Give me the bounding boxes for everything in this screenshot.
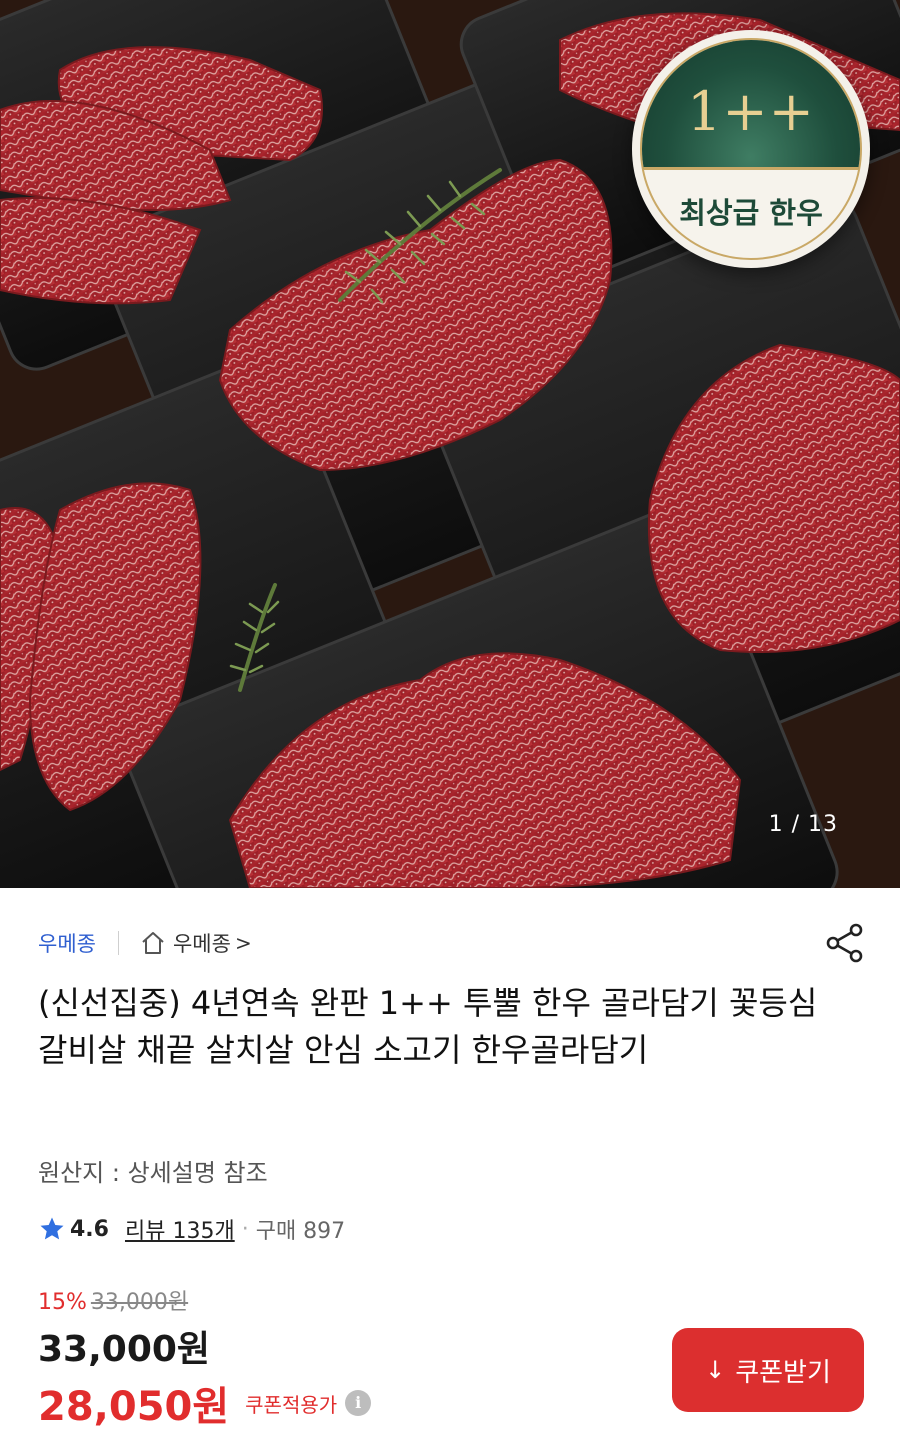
review-count-link[interactable]: 리뷰 135개 xyxy=(125,1213,235,1245)
chevron-right-icon: > xyxy=(234,931,252,955)
coupon-download-button[interactable]: ↓ 쿠폰받기 xyxy=(672,1328,864,1412)
purchase-count: 구매 897 xyxy=(255,1219,346,1244)
grade-badge: 1++ 최상급 한우 xyxy=(632,30,870,268)
original-price: 33,000원 xyxy=(90,1290,189,1315)
coupon-price: 28,050원 xyxy=(38,1384,230,1430)
badge-grade-text: 1++ xyxy=(687,80,815,143)
image-counter: 1 / 13 xyxy=(768,812,838,837)
share-icon[interactable] xyxy=(822,920,868,966)
badge-label-text: 최상급 한우 xyxy=(679,196,823,230)
rating-score: 4.6 xyxy=(70,1216,109,1242)
home-icon xyxy=(142,932,164,954)
origin-text: 원산지 : 상세설명 참조 xyxy=(38,1159,268,1187)
coupon-price-label: 쿠폰적용가 xyxy=(245,1392,338,1417)
separator-dot: · xyxy=(241,1216,249,1242)
coupon-button-label: 쿠폰받기 xyxy=(735,1357,831,1388)
store-name-link[interactable]: 우메종 xyxy=(38,928,96,958)
info-icon[interactable]: i xyxy=(345,1390,372,1416)
store-divider xyxy=(117,931,119,955)
current-price: 33,000원 xyxy=(38,1329,211,1370)
rating-row: 4.6 리뷰 135개 · 구매 897 xyxy=(38,1212,345,1246)
price-block: 15% 33,000원 33,000원 28,050원 쿠폰적용가 i xyxy=(38,1284,372,1431)
download-icon: ↓ xyxy=(705,1356,726,1384)
product-title: (신선집중) 4년연속 완판 1++ 투뿔 한우 골라담기 꽃등심 갈비살 채끝… xyxy=(38,984,818,1069)
store-home-link[interactable]: 우메종 xyxy=(173,928,231,958)
star-icon xyxy=(40,1217,64,1240)
product-image-gallery[interactable]: 1++ 최상급 한우 1 / 13 xyxy=(0,0,900,888)
store-row: 우메종 우메종 > xyxy=(38,925,252,961)
discount-rate: 15% xyxy=(38,1290,87,1315)
